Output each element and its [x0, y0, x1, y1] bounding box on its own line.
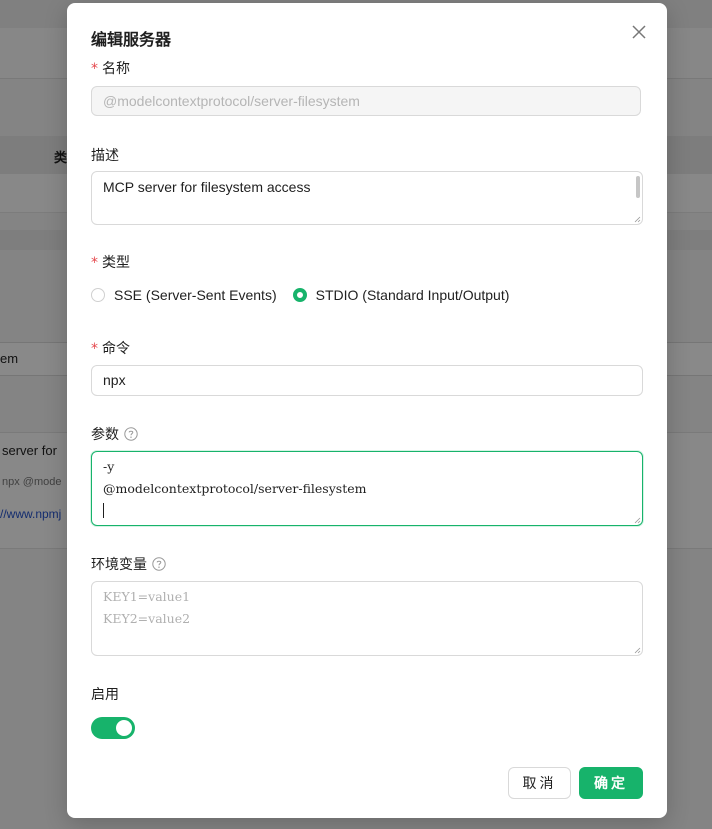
edit-server-dialog: 编辑服务器 * 名称 @modelcontextprotocol/server-f…	[67, 3, 667, 818]
args-textarea[interactable]: -y @modelcontextprotocol/server-filesyst…	[91, 451, 643, 526]
command-label-text: 命令	[102, 340, 130, 356]
dialog-title: 编辑服务器	[91, 32, 172, 49]
description-textarea[interactable]: MCP server for filesystem access	[91, 171, 643, 225]
type-radio-group: SSE (Server-Sent Events) STDIO (Standard…	[91, 287, 525, 303]
env-placeholder-line: KEY1=value1	[103, 589, 191, 604]
question-circle-icon[interactable]	[124, 427, 138, 441]
enabled-label: 启用	[91, 684, 119, 704]
ok-button[interactable]: 确定	[579, 767, 643, 799]
type-label-text: 类型	[102, 254, 130, 270]
enabled-label-text: 启用	[91, 686, 119, 702]
resize-grip-icon[interactable]	[634, 647, 641, 654]
switch-knob	[116, 720, 132, 736]
resize-grip-icon[interactable]	[634, 517, 641, 524]
radio-stdio-label: STDIO (Standard Input/Output)	[315, 287, 510, 303]
question-circle-icon[interactable]	[152, 557, 166, 571]
args-line: @modelcontextprotocol/server-filesystem	[103, 481, 367, 496]
env-placeholder-line: KEY2=value2	[103, 611, 191, 626]
description-value: MCP server for filesystem access	[103, 179, 311, 195]
resize-grip-icon[interactable]	[634, 216, 641, 223]
name-label: * 名称	[91, 58, 130, 78]
args-line: -y	[103, 459, 115, 474]
env-textarea[interactable]: KEY1=value1 KEY2=value2	[91, 581, 643, 656]
args-label: 参数	[91, 424, 138, 444]
required-mark: *	[91, 61, 98, 77]
command-input-value: npx	[103, 372, 126, 388]
close-button[interactable]	[629, 22, 649, 42]
required-mark: *	[91, 255, 98, 271]
radio-stdio[interactable]: STDIO (Standard Input/Output)	[292, 287, 510, 303]
close-icon	[629, 22, 649, 42]
env-label: 环境变量	[91, 554, 166, 574]
args-label-text: 参数	[91, 426, 119, 442]
name-input-value: @modelcontextprotocol/server-filesystem	[103, 93, 360, 109]
text-caret	[103, 500, 631, 522]
description-label-text: 描述	[91, 147, 119, 163]
radio-sse-label: SSE (Server-Sent Events)	[114, 287, 277, 303]
name-input[interactable]: @modelcontextprotocol/server-filesystem	[91, 86, 641, 116]
command-label: * 命令	[91, 338, 130, 358]
radio-stdio-circle[interactable]	[292, 288, 307, 302]
name-label-text: 名称	[102, 60, 130, 76]
description-label: 描述	[91, 145, 119, 165]
cancel-button[interactable]: 取消	[508, 767, 571, 799]
enabled-switch[interactable]	[91, 717, 135, 739]
env-label-text: 环境变量	[91, 556, 147, 572]
radio-sse[interactable]: SSE (Server-Sent Events)	[91, 287, 277, 303]
command-input[interactable]: npx	[91, 365, 643, 396]
description-scrollbar[interactable]	[636, 176, 640, 198]
type-label: * 类型	[91, 252, 130, 272]
radio-sse-circle[interactable]	[91, 288, 105, 302]
required-mark: *	[91, 341, 98, 357]
